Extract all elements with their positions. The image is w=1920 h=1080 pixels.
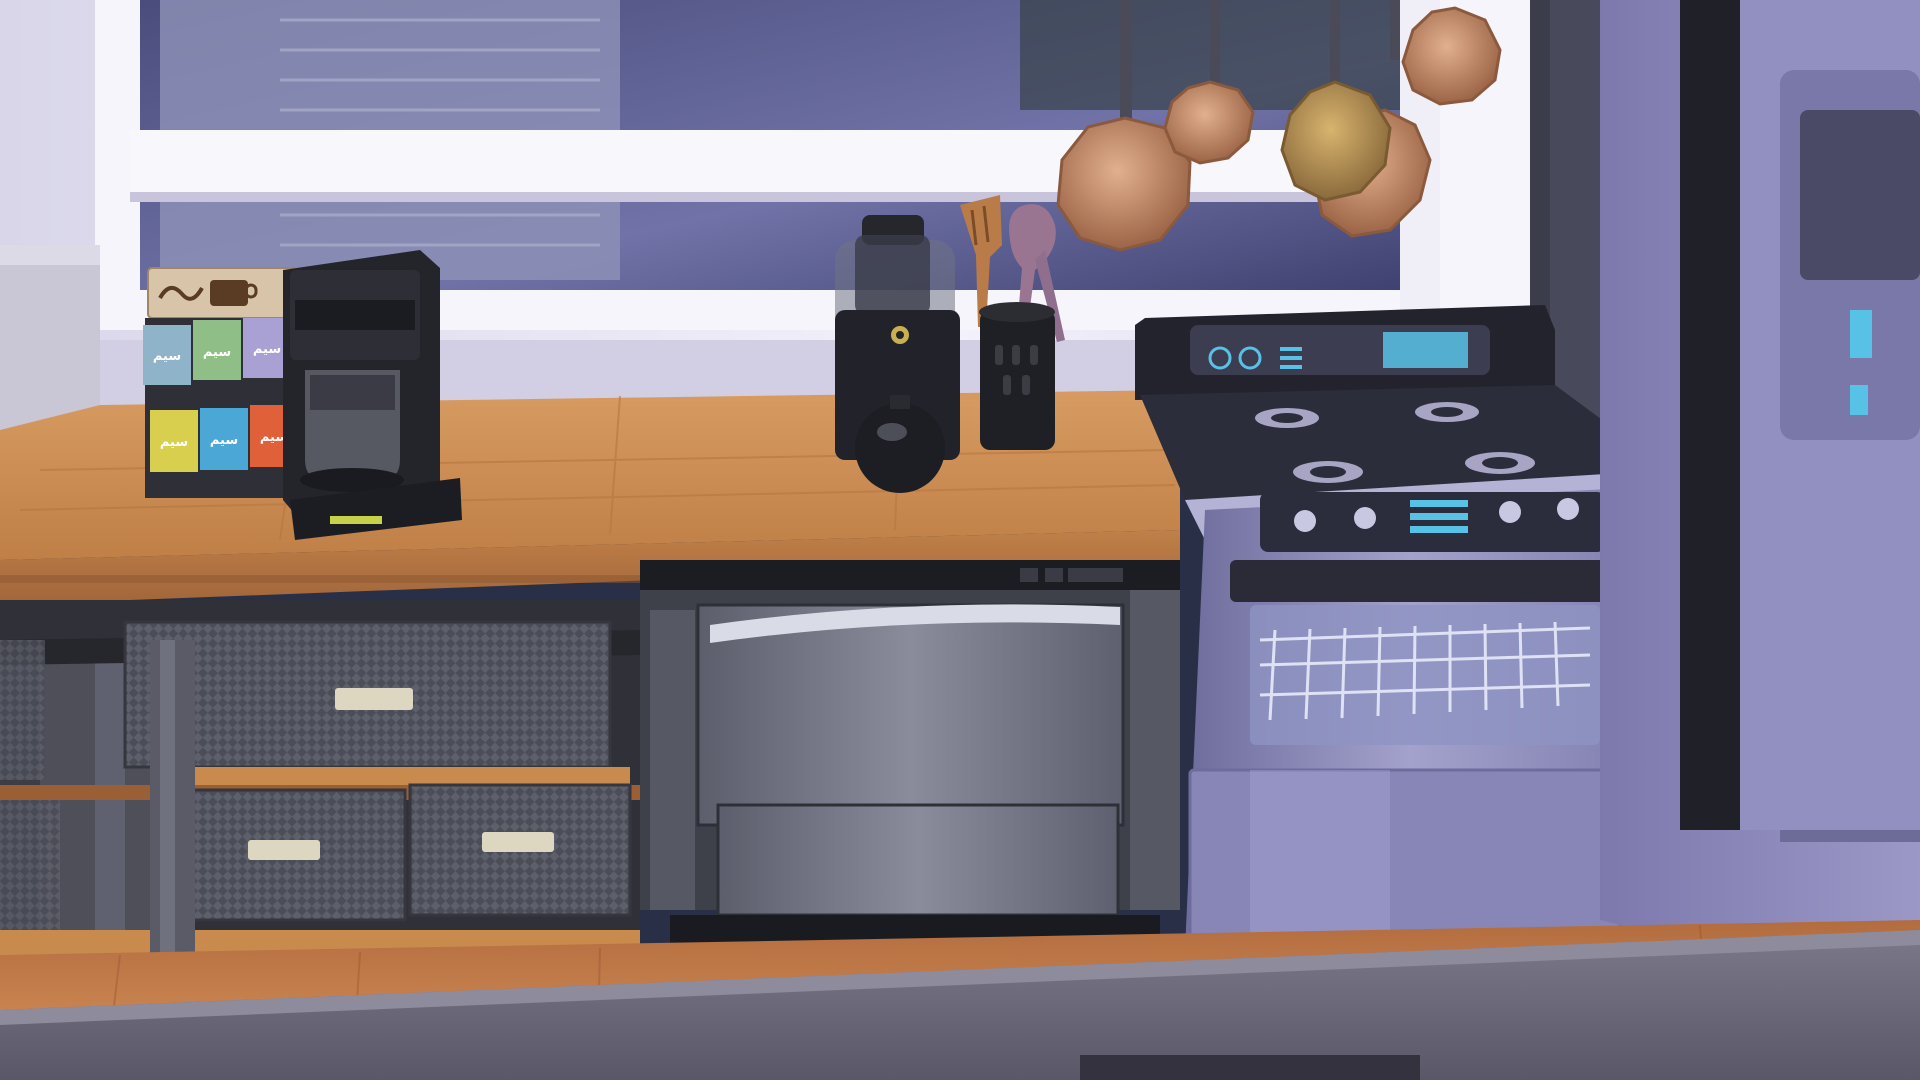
kitchen-scene: سیم سیم سیم سیم سیم سیم <box>0 0 1920 1080</box>
coffee-maker-display <box>330 516 382 524</box>
oven-handle[interactable] <box>1230 560 1635 602</box>
tea-label: سیم <box>253 342 281 357</box>
dispenser-display <box>1850 310 1872 358</box>
tea-label: سیم <box>153 349 181 364</box>
stove-clock-display <box>1383 332 1468 368</box>
refrigerator[interactable] <box>1600 0 1920 930</box>
dishwasher[interactable] <box>640 560 1180 965</box>
tea-label: سیم <box>210 433 238 448</box>
tea-box-rack: سیم سیم سیم سیم سیم سیم <box>143 267 305 498</box>
coffee-grinder[interactable] <box>835 215 960 493</box>
oven-window <box>1250 605 1600 745</box>
coffee-maker[interactable] <box>283 250 462 540</box>
drawer-handle[interactable] <box>248 840 320 860</box>
ice-dispenser[interactable] <box>1800 110 1920 280</box>
drawer-handle[interactable] <box>335 688 413 710</box>
tea-label: سیم <box>203 345 231 360</box>
drawer-handle[interactable] <box>482 832 554 852</box>
tea-label: سیم <box>160 435 188 450</box>
